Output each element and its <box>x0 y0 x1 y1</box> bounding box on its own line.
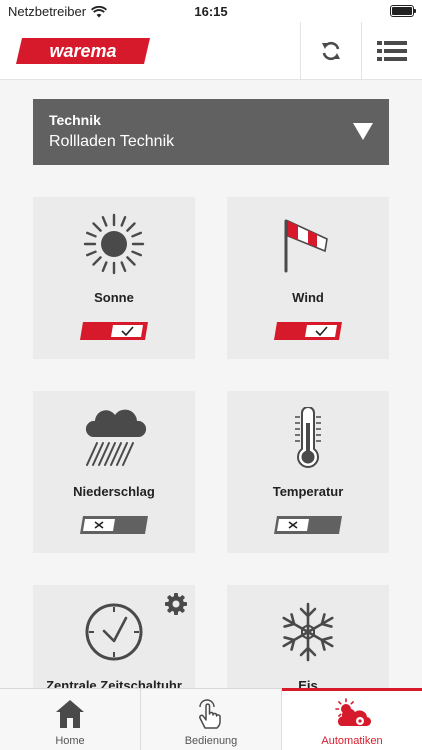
menu-button[interactable] <box>361 22 422 80</box>
bottom-tab-bar: Home Bedienung Automatiken <box>0 688 422 750</box>
logo-text: warema <box>49 41 116 61</box>
tile-label: Temperatur <box>272 484 344 499</box>
tile-sonne[interactable]: Sonne <box>33 197 195 359</box>
gear-icon[interactable] <box>165 593 187 615</box>
tab-label: Home <box>55 735 85 747</box>
windsock-icon <box>284 219 328 273</box>
tile-label: Zentrale Zeitschaltuhr <box>46 678 182 688</box>
tab-label: Automatiken <box>321 735 383 747</box>
enabled-toggle-on[interactable] <box>274 322 342 340</box>
refresh-icon <box>322 41 340 61</box>
selector-value: Rollladen Technik <box>49 133 175 150</box>
tile-wind[interactable]: Wind <box>227 197 389 359</box>
enabled-toggle-on[interactable] <box>80 322 148 340</box>
tab-label: Bedienung <box>184 735 238 747</box>
weather-gear-icon <box>335 698 371 727</box>
tile-label: Eis <box>298 678 318 688</box>
home-icon <box>56 700 84 728</box>
tab-bedienung[interactable]: Bedienung <box>140 689 281 750</box>
tile-niederschlag[interactable]: Niederschlag <box>33 391 195 553</box>
rain-icon <box>85 409 147 466</box>
tile-label: Wind <box>292 290 324 305</box>
list-menu-icon <box>377 41 407 61</box>
warema-logo: warema <box>16 38 150 64</box>
thermometer-icon <box>295 407 321 468</box>
status-bar: Netzbetreiber 16:15 <box>0 0 422 22</box>
tile-zentrale-zeitschaltuhr[interactable]: Zentrale Zeitschaltuhr <box>33 585 195 688</box>
sun-icon <box>83 213 145 275</box>
automation-content: Technik Rollladen Technik Sonne Wind Nie… <box>0 80 422 688</box>
device-selector-dropdown[interactable]: Technik Rollladen Technik <box>33 99 389 165</box>
battery-icon <box>390 5 416 17</box>
snowflake-icon <box>282 602 334 662</box>
tile-temperatur[interactable]: Temperatur <box>227 391 389 553</box>
tile-label: Niederschlag <box>73 484 155 499</box>
enabled-toggle-off[interactable] <box>80 516 148 534</box>
selector-label: Technik <box>49 112 101 128</box>
enabled-toggle-off[interactable] <box>274 516 342 534</box>
tab-home[interactable]: Home <box>0 689 140 750</box>
clock-icon <box>85 603 143 661</box>
hand-tap-icon <box>199 699 221 729</box>
dropdown-triangle-icon <box>353 123 373 140</box>
tile-eis[interactable]: Eis <box>227 585 389 688</box>
tab-automatiken[interactable]: Automatiken <box>281 688 422 750</box>
refresh-button[interactable] <box>300 22 361 80</box>
tile-label: Sonne <box>94 290 134 305</box>
clock-time: 16:15 <box>194 4 228 19</box>
app-header: warema <box>0 22 422 80</box>
